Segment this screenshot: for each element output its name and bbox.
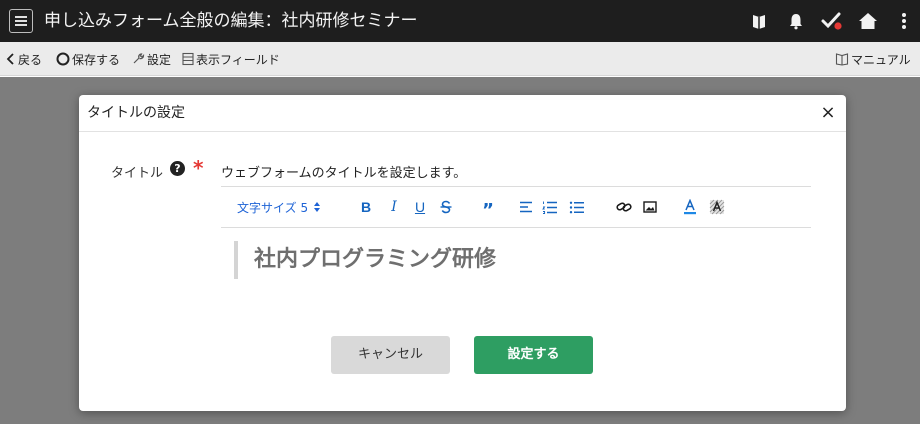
chevron-left-icon bbox=[6, 53, 14, 65]
font-size-label: 文字サイズ 5 bbox=[237, 200, 309, 215]
home-icon[interactable] bbox=[856, 0, 880, 42]
settings-button[interactable]: 設定 bbox=[131, 42, 171, 76]
ordered-list-icon[interactable] bbox=[541, 187, 559, 227]
font-size-select[interactable]: 文字サイズ 5 bbox=[237, 187, 321, 227]
close-icon[interactable]: × bbox=[816, 101, 840, 125]
dialog-title: タイトルの設定 bbox=[87, 105, 185, 121]
circle-icon bbox=[56, 52, 70, 66]
save-button[interactable]: 保存する bbox=[56, 42, 120, 76]
image-icon[interactable] bbox=[641, 187, 659, 227]
bell-icon[interactable] bbox=[785, 0, 807, 42]
underline-button[interactable]: U bbox=[412, 187, 428, 227]
sub-toolbar: 戻る 保存する 設定 表示フィールド マニュアル bbox=[0, 42, 920, 76]
align-icon[interactable] bbox=[517, 187, 535, 227]
rich-text-toolbar: 文字サイズ 5 B I U ” bbox=[221, 186, 811, 228]
back-button[interactable]: 戻る bbox=[6, 42, 42, 76]
editor-content[interactable]: 社内プログラミング研修 bbox=[254, 241, 496, 279]
blockquote-button[interactable]: ” bbox=[478, 187, 498, 227]
submit-button[interactable]: 設定する bbox=[474, 336, 593, 374]
rich-text-editor[interactable]: 社内プログラミング研修 bbox=[234, 241, 496, 279]
help-icon[interactable]: ? bbox=[170, 161, 185, 176]
back-label: 戻る bbox=[18, 52, 43, 67]
strikethrough-icon[interactable] bbox=[437, 187, 455, 227]
wrench-icon bbox=[133, 53, 145, 64]
display-fields-button[interactable]: 表示フィールド bbox=[182, 42, 280, 76]
link-icon[interactable] bbox=[615, 187, 633, 227]
list-icon bbox=[182, 52, 194, 66]
dialog-header: タイトルの設定 × bbox=[79, 95, 846, 132]
manual-label: マニュアル bbox=[851, 52, 911, 67]
menu-icon[interactable] bbox=[9, 9, 33, 33]
title-field-label: タイトル bbox=[110, 166, 163, 181]
bold-button[interactable]: B bbox=[358, 187, 374, 227]
more-vertical-icon[interactable] bbox=[896, 0, 912, 42]
display-fields-label: 表示フィールド bbox=[196, 52, 280, 67]
app-header: 申し込みフォーム全般の編集：社内研修セミナー bbox=[0, 0, 920, 42]
settings-label: 設定 bbox=[147, 52, 172, 67]
cancel-button[interactable]: キャンセル bbox=[331, 336, 450, 374]
highlight-color-icon[interactable] bbox=[708, 187, 726, 227]
italic-button[interactable]: I bbox=[386, 187, 402, 227]
manual-button[interactable]: マニュアル bbox=[835, 42, 911, 76]
save-label: 保存する bbox=[72, 52, 121, 67]
title-settings-dialog: タイトルの設定 × タイトル ? * ウェブフォームのタイトルを設定します。 文… bbox=[79, 95, 846, 411]
field-description: ウェブフォームのタイトルを設定します。 bbox=[221, 166, 467, 181]
sort-icon bbox=[314, 202, 321, 212]
font-color-icon[interactable] bbox=[681, 187, 699, 227]
bullet-list-icon[interactable] bbox=[568, 187, 586, 227]
page-title: 申し込みフォーム全般の編集：社内研修セミナー bbox=[44, 11, 418, 31]
book-icon bbox=[835, 53, 849, 66]
required-mark: * bbox=[193, 156, 204, 180]
check-icon[interactable] bbox=[818, 0, 846, 42]
notebook-icon[interactable] bbox=[748, 0, 770, 42]
